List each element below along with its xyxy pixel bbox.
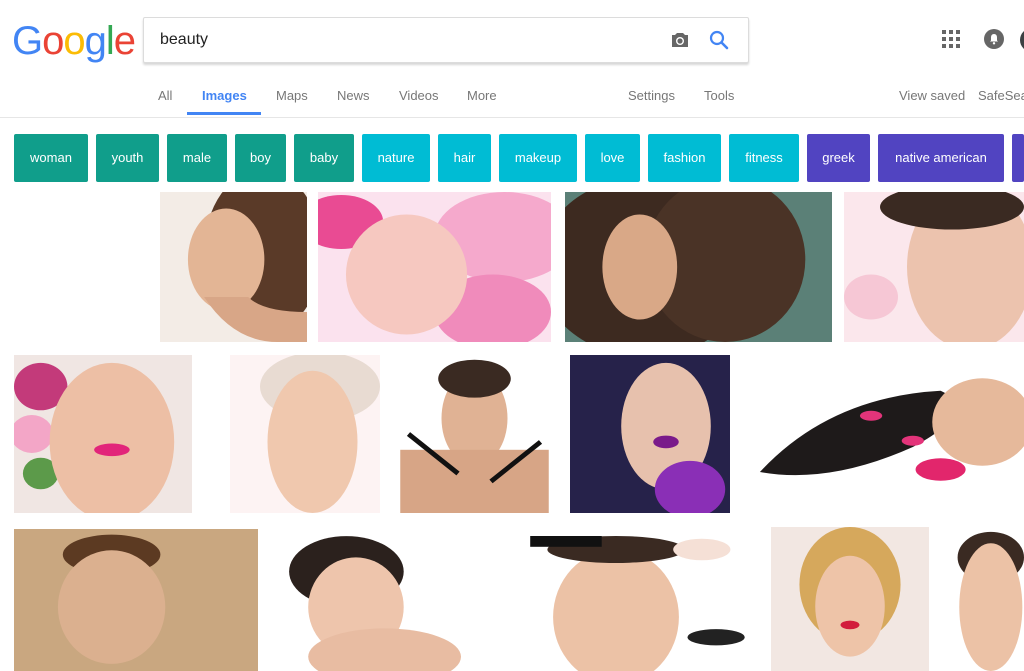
image-thumbnail xyxy=(570,355,730,513)
image-thumbnail xyxy=(565,192,832,342)
image-result[interactable] xyxy=(771,527,929,671)
chip-love[interactable]: love xyxy=(585,134,640,182)
image-result[interactable] xyxy=(270,529,461,671)
chip-greek[interactable]: greek xyxy=(807,134,870,182)
tab-images[interactable]: Images xyxy=(202,88,247,103)
image-result[interactable] xyxy=(844,192,1024,342)
image-result[interactable] xyxy=(230,355,380,513)
tools-link[interactable]: Tools xyxy=(704,88,734,103)
logo-letter: o xyxy=(42,19,64,63)
camera-icon[interactable] xyxy=(668,28,692,52)
image-thumbnail xyxy=(160,192,307,342)
chip-hair[interactable]: hair xyxy=(438,134,491,182)
image-thumbnail xyxy=(14,355,192,513)
chip-makeup[interactable]: makeup xyxy=(499,134,577,182)
logo-letter: e xyxy=(113,19,136,63)
chip-woman[interactable]: woman xyxy=(14,134,88,182)
image-result[interactable] xyxy=(14,529,258,671)
image-result[interactable] xyxy=(746,372,1024,497)
image-thumbnail xyxy=(392,355,557,513)
search-box[interactable] xyxy=(143,17,749,63)
tab-more[interactable]: More xyxy=(467,88,497,103)
image-thumbnail xyxy=(230,355,380,513)
image-result[interactable] xyxy=(14,355,192,513)
logo-letter: o xyxy=(63,19,85,63)
image-result[interactable] xyxy=(392,355,557,513)
search-icon[interactable] xyxy=(707,28,731,52)
view-saved-link[interactable]: View saved xyxy=(899,88,965,103)
notifications-icon[interactable] xyxy=(984,29,1004,49)
active-tab-indicator xyxy=(187,112,261,115)
image-thumbnail xyxy=(746,372,1024,497)
image-thumbnail xyxy=(14,529,258,671)
tab-news[interactable]: News xyxy=(337,88,370,103)
apps-grid-icon[interactable] xyxy=(942,30,960,48)
chip-youth[interactable]: youth xyxy=(96,134,159,182)
chip-fitness[interactable]: fitness xyxy=(729,134,799,182)
image-result[interactable] xyxy=(473,536,759,671)
chip-fashion[interactable]: fashion xyxy=(648,134,721,182)
search-input[interactable] xyxy=(158,28,642,52)
account-avatar[interactable] xyxy=(1020,28,1024,52)
safesearch-link[interactable]: SafeSea xyxy=(978,88,1024,103)
image-result[interactable] xyxy=(565,192,832,342)
related-search-chips: woman youth male boy baby nature hair ma… xyxy=(0,134,1024,182)
tab-all[interactable]: All xyxy=(158,88,172,103)
image-thumbnail xyxy=(844,192,1024,342)
chip-nature[interactable]: nature xyxy=(362,134,430,182)
header: Google All Images Maps News Videos More … xyxy=(0,0,1024,118)
image-thumbnail xyxy=(318,192,551,342)
image-result[interactable] xyxy=(160,192,307,342)
image-result[interactable] xyxy=(941,529,1024,671)
chip-more-partial[interactable] xyxy=(1012,134,1024,182)
chip-male[interactable]: male xyxy=(167,134,227,182)
logo-letter: G xyxy=(12,19,43,63)
image-thumbnail xyxy=(473,536,759,671)
image-thumbnail xyxy=(941,529,1024,671)
tab-videos[interactable]: Videos xyxy=(399,88,439,103)
image-result[interactable] xyxy=(318,192,551,342)
chip-baby[interactable]: baby xyxy=(294,134,354,182)
logo-letter: l xyxy=(105,19,115,63)
tab-maps[interactable]: Maps xyxy=(276,88,308,103)
image-thumbnail xyxy=(270,529,461,671)
logo-letter: g xyxy=(84,19,107,63)
chip-boy[interactable]: boy xyxy=(235,134,286,182)
chip-native-american[interactable]: native american xyxy=(878,134,1004,182)
settings-link[interactable]: Settings xyxy=(628,88,675,103)
image-result[interactable] xyxy=(570,355,730,513)
image-thumbnail xyxy=(771,527,929,671)
google-logo[interactable]: Google xyxy=(12,17,136,65)
